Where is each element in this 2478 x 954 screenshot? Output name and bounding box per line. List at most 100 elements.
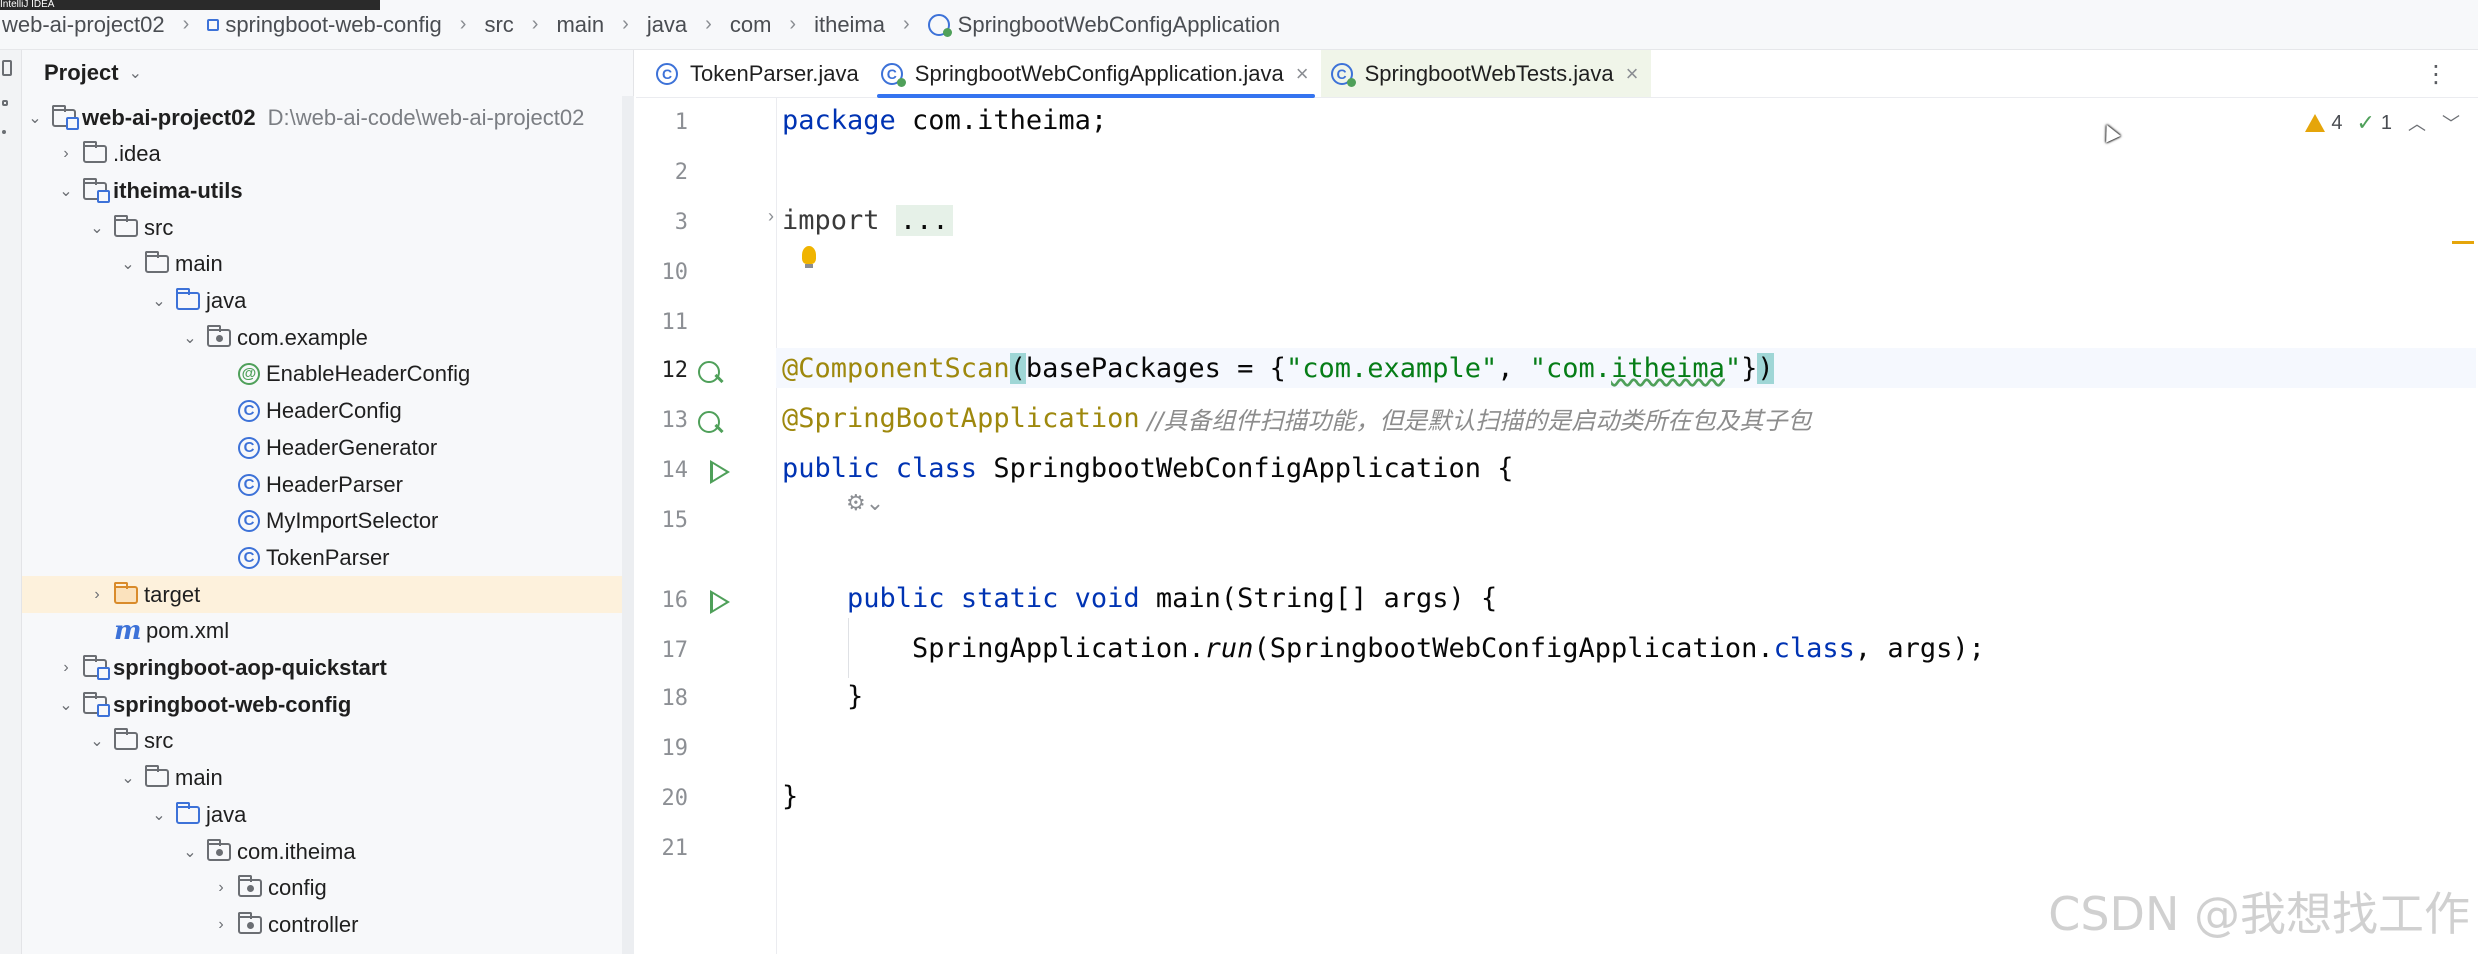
run-config-inlay-icon[interactable]: ⚙⌄: [846, 490, 884, 516]
chevron-right-icon[interactable]: ›: [210, 879, 232, 897]
tree-item[interactable]: C HeaderParser: [22, 466, 633, 503]
run-icon[interactable]: [710, 590, 730, 614]
tree-item-label: controller: [268, 911, 359, 937]
line-number: 20: [661, 786, 689, 811]
tree-item[interactable]: m pom.xml: [22, 613, 633, 650]
project-scrollbar[interactable]: [622, 96, 634, 954]
module-icon: [83, 691, 110, 717]
chevron-down-icon[interactable]: ⌄: [24, 108, 46, 128]
chevron-right-icon[interactable]: ›: [210, 916, 232, 934]
tree-item[interactable]: ⌄ java: [22, 283, 633, 320]
breadcrumb-separator-icon: ›: [459, 13, 467, 35]
run-icon[interactable]: [710, 460, 730, 484]
breadcrumb-label: main: [556, 11, 605, 37]
structure-tool-icon[interactable]: [2, 100, 8, 106]
line-number: 19: [661, 736, 689, 761]
chevron-right-icon[interactable]: ›: [55, 659, 77, 677]
tree-item[interactable]: C TokenParser: [22, 539, 633, 576]
project-panel-header[interactable]: Project ⌄: [22, 50, 633, 96]
tree-item-path: D:\web-ai-code\web-ai-project02: [267, 104, 585, 130]
tree-item[interactable]: ⌄ springboot-web-config: [22, 686, 633, 723]
chevron-down-icon[interactable]: ⌄: [117, 768, 139, 788]
chevron-down-icon[interactable]: ⌄: [55, 181, 77, 201]
breadcrumb-item[interactable]: web-ai-project02 ›: [2, 12, 207, 38]
tree-item[interactable]: › target: [22, 576, 633, 614]
line-number: 18: [661, 686, 689, 711]
fold-expand-icon[interactable]: ›: [768, 206, 774, 227]
chevron-down-icon[interactable]: ⌄: [117, 254, 139, 274]
breadcrumb-separator-icon: ›: [705, 13, 712, 35]
chevron-down-icon[interactable]: ⌄: [55, 695, 77, 715]
editor-tab[interactable]: C SpringbootWebConfigApplication.java ×: [871, 50, 1321, 98]
chevron-down-icon[interactable]: ⌄: [129, 63, 142, 83]
close-icon[interactable]: ×: [1296, 61, 1309, 87]
tree-item[interactable]: ⌄ com.example: [22, 319, 633, 356]
breadcrumb-item[interactable]: SpringbootWebConfigApplication: [927, 12, 1280, 38]
breadcrumb-item[interactable]: com ›: [730, 12, 814, 38]
tree-item-label: HeaderParser: [266, 471, 403, 497]
editor-tab[interactable]: C TokenParser.java: [646, 50, 871, 97]
chevron-right-icon[interactable]: ›: [86, 586, 108, 604]
breadcrumb-item[interactable]: itheima ›: [814, 12, 928, 38]
tree-item[interactable]: ⌄ itheima-utils: [22, 172, 633, 209]
chevron-down-icon[interactable]: ⌄: [148, 805, 170, 825]
class-icon: C: [238, 473, 260, 496]
breadcrumb-label: src: [484, 11, 514, 37]
tree-item-label: HeaderGenerator: [266, 434, 438, 460]
code-area[interactable]: package com.itheima; import ... › @Compo…: [768, 98, 2476, 954]
line-number: 1: [674, 110, 688, 135]
breadcrumb-item[interactable]: java ›: [647, 12, 730, 38]
chevron-down-icon[interactable]: ⌄: [86, 218, 108, 238]
line-number: 21: [661, 836, 689, 861]
tree-item[interactable]: @ EnableHeaderConfig: [22, 356, 633, 393]
tree-item[interactable]: ⌄ main: [22, 760, 633, 797]
breadcrumb-item[interactable]: springboot-web-config ›: [207, 12, 484, 38]
tree-item-label: java: [206, 288, 247, 313]
code-line-1: package com.itheima;: [782, 104, 1108, 136]
tree-item[interactable]: C HeaderConfig: [22, 393, 633, 430]
close-icon[interactable]: ×: [1626, 61, 1639, 87]
tree-item[interactable]: ⌄ main: [22, 246, 633, 283]
tree-item[interactable]: › springboot-aop-quickstart: [22, 650, 633, 687]
class-icon: C: [656, 62, 678, 85]
tree-item[interactable]: ⌄ com.itheima: [22, 833, 633, 870]
tree-item-label: .idea: [113, 141, 161, 167]
chevron-down-icon[interactable]: ⌄: [179, 328, 201, 348]
tree-item-label: springboot-aop-quickstart: [113, 655, 387, 680]
tree-item[interactable]: › controller: [22, 906, 633, 943]
package-icon: [207, 324, 231, 347]
bean-scan-icon[interactable]: [698, 361, 720, 383]
tree-item-label: target: [144, 581, 201, 607]
chevron-down-icon[interactable]: ⌄: [179, 842, 201, 862]
tree-item[interactable]: ⌄ web-ai-project02 D:\web-ai-code\web-ai-p…: [22, 99, 633, 136]
more-tools-icon[interactable]: [2, 130, 6, 134]
chevron-right-icon[interactable]: ›: [55, 145, 77, 163]
breadcrumb-item[interactable]: main ›: [556, 12, 646, 38]
tool-window-strip: [0, 50, 22, 954]
package-icon: [238, 875, 262, 898]
folder-icon: [145, 765, 169, 788]
editor-tab[interactable]: C SpringbootWebTests.java ×: [1320, 50, 1651, 97]
tree-item-label: itheima-utils: [113, 177, 243, 203]
code-line-12: @ComponentScan(basePackages = {"com.exam…: [776, 348, 2476, 388]
tab-label: SpringbootWebConfigApplication.java: [914, 60, 1284, 86]
tree-item[interactable]: C MyImportSelector: [22, 503, 633, 540]
breadcrumb-item[interactable]: src ›: [484, 12, 556, 38]
more-options-icon[interactable]: ⋮: [2424, 60, 2448, 89]
code-line-20: }: [782, 780, 799, 812]
tree-item[interactable]: ⌄ src: [22, 723, 633, 760]
window-title-strip: IntelliJ IDEA: [0, 0, 380, 10]
tree-item[interactable]: ⌄ src: [22, 209, 633, 246]
folder-icon: [114, 728, 138, 751]
tree-item-label: EnableHeaderConfig: [266, 361, 471, 387]
tree-item[interactable]: ⌄ java: [22, 796, 633, 833]
spring-boot-app-icon[interactable]: [698, 411, 720, 433]
chevron-down-icon[interactable]: ⌄: [86, 731, 108, 751]
folded-imports[interactable]: ...: [895, 204, 953, 236]
tree-item[interactable]: C HeaderGenerator: [22, 429, 633, 466]
tree-item[interactable]: › .idea: [22, 136, 633, 173]
tree-item[interactable]: › config: [22, 870, 633, 907]
chevron-down-icon[interactable]: ⌄: [148, 291, 170, 311]
breadcrumb-separator-icon: ›: [531, 13, 539, 35]
project-tool-icon[interactable]: [2, 60, 12, 76]
